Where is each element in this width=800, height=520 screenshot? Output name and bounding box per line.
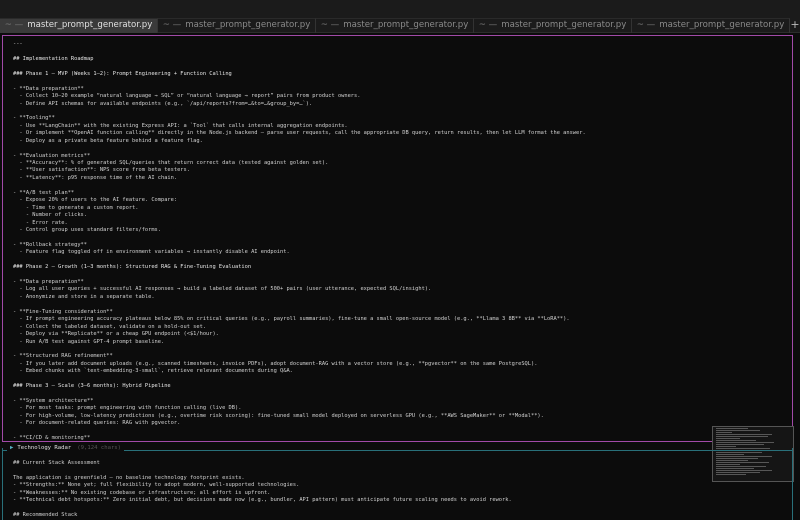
output-line: - Or implement **OpenAI function calling… <box>13 130 586 137</box>
output-line: - **A/B test plan** <box>13 189 75 196</box>
output-line: - **System architecture** <box>13 398 94 404</box>
tab-label: master_prompt_generator.py <box>27 20 153 30</box>
output-line: - Error rate. <box>13 219 68 226</box>
thumbnail-line <box>716 432 732 433</box>
output-line: - Number of clicks. <box>13 212 87 219</box>
output-line: - **Weaknesses:** No existing codebase o… <box>13 489 271 496</box>
tab-3[interactable]: ~ — master_prompt_generator.py <box>316 18 474 33</box>
tab-prefix: ~ — <box>636 20 656 30</box>
technology-radar-text: ## Current Stack Assessment The applicati… <box>13 460 786 520</box>
new-tab-button[interactable]: + <box>790 18 800 33</box>
output-line: - Use **LangChain** with the existing Ex… <box>13 122 348 129</box>
output-line: - Expose 20% of users to the AI feature.… <box>13 197 178 204</box>
output-line: - **Data preparation** <box>13 85 84 92</box>
output-line: - **Accuracy**: % of generated SQL/queri… <box>13 160 329 166</box>
output-line: ## Implementation Roadmap <box>13 55 94 62</box>
tab-strip: ~ — master_prompt_generator.py ~ — master_p… <box>0 18 790 33</box>
tab-5[interactable]: ~ — master_prompt_generator.py <box>632 18 790 33</box>
pane-header[interactable]: ▶ Technology Radar (9,124 chars) <box>7 444 125 453</box>
output-line: - **Rollback strategy** <box>13 241 87 248</box>
tab-label: master_prompt_generator.py <box>185 20 311 30</box>
output-line: - Embed chunks with `text-embedding-3-sm… <box>13 368 293 375</box>
tab-prefix: ~ — <box>478 20 498 30</box>
output-line: - Time to generate a custom report. <box>13 204 139 211</box>
thumbnail-line <box>716 442 774 443</box>
output-line: - Feature flag toggled off in environmen… <box>13 249 290 256</box>
tab-4[interactable]: ~ — master_prompt_generator.py <box>474 18 632 33</box>
tab-label: master_prompt_generator.py <box>501 20 627 30</box>
output-line: - **Structured RAG refinement** <box>13 353 113 360</box>
output-line: - For high-volume, low-latency predictio… <box>13 412 544 419</box>
output-line: - For document-related queries: RAG with… <box>13 420 181 427</box>
output-line: - Collect the labeled dataset, validate … <box>13 323 207 330</box>
output-line: - **Fine-Tuning consideration** <box>13 308 113 315</box>
output-line: - Collect 10–20 example “natural languag… <box>13 93 361 100</box>
thumbnail-line <box>716 438 740 439</box>
output-line: - **Evaluation metrics** <box>13 152 91 159</box>
thumbnail-line <box>716 444 764 445</box>
output-line: - **CI/CD & monitoring** <box>13 435 91 442</box>
tab-prefix: ~ — <box>320 20 340 30</box>
tab-2[interactable]: ~ — master_prompt_generator.py <box>158 18 316 33</box>
main-output-text: --- ## Implementation Roadmap ### Phase 1 … <box>13 41 786 442</box>
output-line: - **Strengths:** None yet; full flexibil… <box>13 482 300 489</box>
thumbnail-line <box>716 428 748 429</box>
output-line: ## Current Stack Assessment <box>13 460 100 466</box>
output-line: --- <box>13 41 23 47</box>
thumbnail-line <box>716 434 772 435</box>
tab-label: master_prompt_generator.py <box>343 20 469 30</box>
output-line: - Log all user queries + successful AI r… <box>13 286 432 293</box>
output-line: - **Latency**: p95 response time of the … <box>13 174 178 181</box>
output-line: - **Data preparation** <box>13 279 84 285</box>
output-line: - Control group uses standard filters/fo… <box>13 226 161 233</box>
tab-prefix: ~ — <box>4 20 24 30</box>
output-line: ### Phase 1 – MVP (Weeks 1–2): Prompt En… <box>13 70 232 77</box>
technology-radar-pane[interactable]: ▶ Technology Radar (9,124 chars) ## Curren… <box>2 444 793 520</box>
output-line: - Deploy as a private beta feature behin… <box>13 137 203 144</box>
output-line: - **User satisfaction**: NPS score from … <box>13 167 190 174</box>
pane-char-count: (9,124 chars) <box>77 445 122 451</box>
output-line: - If prompt engineering accuracy plateau… <box>13 316 570 323</box>
thumbnail-line <box>716 436 768 437</box>
tab-label: master_prompt_generator.py <box>659 20 785 30</box>
thumbnail-line <box>716 446 736 447</box>
tab-1[interactable]: ~ — master_prompt_generator.py <box>0 18 158 33</box>
output-line: - If you later add document uploads (e.g… <box>13 360 538 367</box>
thumbnail-line <box>716 430 760 431</box>
output-line: - **Tooling** <box>13 115 55 122</box>
thumbnail-line <box>716 440 756 441</box>
output-line: - For most tasks: prompt engineering wit… <box>13 405 242 412</box>
output-line: The application is greenfield – no basel… <box>13 474 245 481</box>
output-line: ### Phase 2 – Growth (1–3 months): Struc… <box>13 264 252 271</box>
output-line: - **Technical debt hotspots:** Zero init… <box>13 497 512 504</box>
main-output-pane[interactable]: --- ## Implementation Roadmap ### Phase 1 … <box>2 35 793 442</box>
output-line: - Run A/B test against GPT-4 prompt base… <box>13 338 165 345</box>
tab-prefix: ~ — <box>162 20 182 30</box>
output-line: - Anonymize and store in a separate tabl… <box>13 293 155 300</box>
expand-triangle-icon[interactable]: ▶ <box>10 445 13 451</box>
pane-title: Technology Radar <box>17 445 72 451</box>
output-line: ### Phase 3 – Scale (3–6 months): Hybrid… <box>13 383 171 390</box>
output-line: - Deploy via **Replicate** or a cheap GP… <box>13 331 219 338</box>
tab-bar: ~ — master_prompt_generator.py ~ — master_p… <box>0 0 800 33</box>
output-line: ## Recommended Stack <box>13 512 78 519</box>
output-line: - Define API schemas for available endpo… <box>13 100 313 107</box>
